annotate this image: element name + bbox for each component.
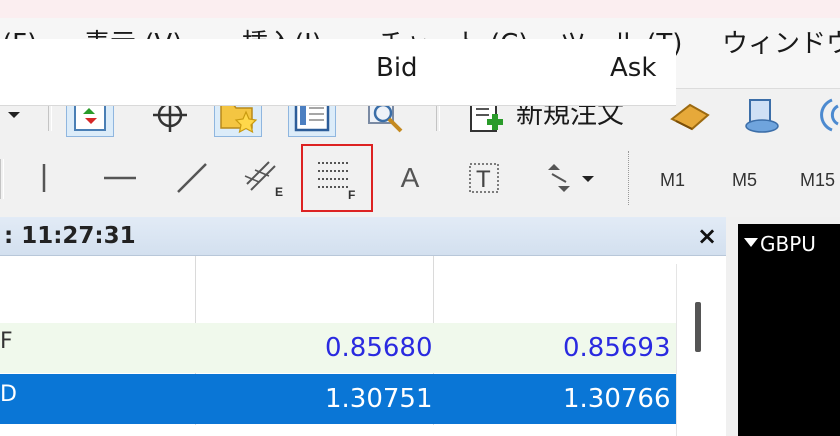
cloud-book-icon <box>745 99 779 133</box>
bid-cell: 1.30751 <box>325 384 433 414</box>
scrollbar-thumb[interactable] <box>695 302 701 352</box>
svg-text:E: E <box>275 185 283 199</box>
column-header-bid[interactable]: Bid <box>376 53 418 83</box>
symbol-cell: D <box>0 382 17 407</box>
text-icon: A <box>400 162 420 193</box>
chart-menu-caret-icon[interactable] <box>744 238 758 247</box>
ask-cell: 1.30766 <box>563 384 671 414</box>
trendline-button[interactable] <box>162 145 222 211</box>
market-watch-titlebar: : 11:27:31 × <box>0 217 726 256</box>
vertical-line-icon <box>42 164 46 192</box>
market-watch-header: Bid Ask <box>0 39 676 106</box>
text-label-button[interactable]: T <box>454 145 514 211</box>
market-watch-time: : 11:27:31 <box>4 223 136 249</box>
horizontal-line-icon <box>104 176 136 180</box>
text-tool-button[interactable]: A <box>380 145 440 211</box>
signals-button[interactable] <box>738 93 786 137</box>
ask-cell: 0.85693 <box>563 333 671 363</box>
close-icon[interactable]: × <box>695 217 719 255</box>
highlight-annotation <box>301 144 373 212</box>
timeframe-m15[interactable]: M15 <box>800 158 835 202</box>
community-button[interactable] <box>806 93 840 137</box>
toolbar-grip <box>628 151 631 205</box>
toolbar-separator <box>0 159 4 199</box>
trendline-icon <box>177 163 207 193</box>
title-strip <box>0 0 840 18</box>
chart-symbol-label: GBPU <box>760 232 816 256</box>
table-row-selected[interactable]: D 1.30751 1.30766 <box>0 374 676 424</box>
column-header-ask[interactable]: Ask <box>610 53 656 83</box>
vertical-line-button[interactable] <box>20 145 68 211</box>
channel-icon: E <box>244 161 283 199</box>
bid-cell: 0.85680 <box>325 333 433 363</box>
horizontal-line-button[interactable] <box>90 145 150 211</box>
svg-text:T: T <box>476 166 491 193</box>
timeframe-m1[interactable]: M1 <box>660 158 685 202</box>
arrows-icon <box>548 164 594 192</box>
arrows-dropdown-button[interactable] <box>530 145 610 211</box>
line-studies-toolbar: E F A T <box>0 141 840 217</box>
table-row[interactable] <box>0 425 676 436</box>
text-label-icon: T <box>469 163 499 193</box>
symbol-cell: F <box>0 329 13 354</box>
table-row[interactable]: F 0.85680 0.85693 <box>0 323 676 373</box>
scrollbar[interactable] <box>676 264 727 436</box>
menu-window[interactable]: ウィンドウ <box>722 24 840 64</box>
radio-wave-icon <box>820 98 839 132</box>
timeframe-m5[interactable]: M5 <box>732 158 757 202</box>
equidistant-channel-button[interactable]: E <box>234 145 294 211</box>
